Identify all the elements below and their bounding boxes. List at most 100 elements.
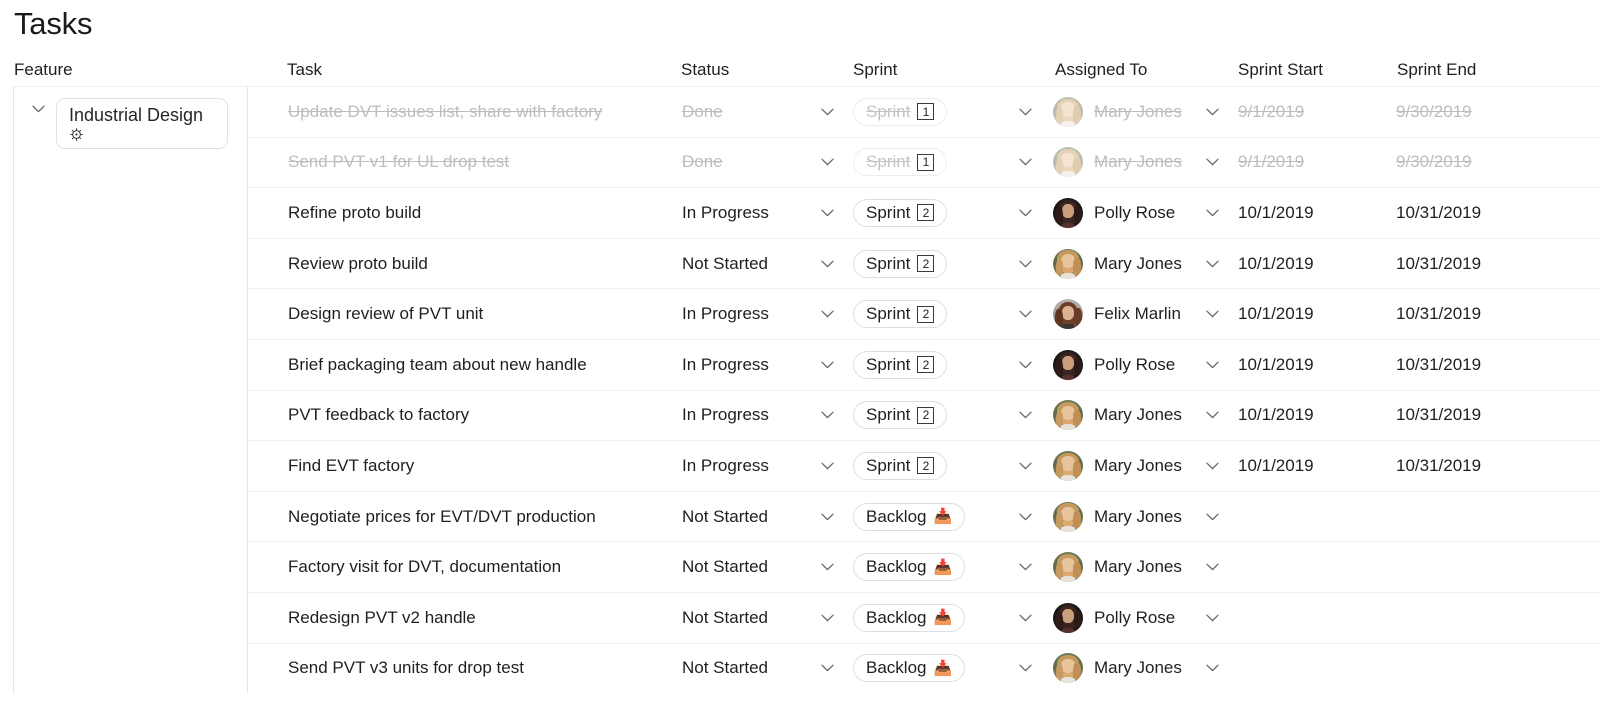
sprint-pill[interactable]: Sprint 2 [853, 198, 948, 227]
cell-assigned-to[interactable]: Mary Jones [1053, 542, 1182, 592]
chevron-down-icon[interactable] [818, 659, 836, 677]
cell-status[interactable]: Not Started [682, 644, 768, 694]
sprint-dropdown-button[interactable] [1016, 492, 1034, 542]
task-name[interactable]: Refine proto build [288, 203, 421, 223]
cell-status[interactable]: In Progress [682, 340, 769, 390]
column-header-task[interactable]: Task [287, 54, 322, 86]
status-dropdown-button[interactable] [818, 87, 836, 137]
cell-sprint-start[interactable]: 9/1/2019 [1238, 87, 1304, 137]
sprint-dropdown-button[interactable] [1016, 188, 1034, 238]
cell-assigned-to[interactable]: Mary Jones [1053, 441, 1182, 491]
cell-status[interactable]: Not Started [682, 542, 768, 592]
cell-sprint-end[interactable]: 10/31/2019 [1396, 289, 1481, 339]
assignee-dropdown-button[interactable] [1203, 542, 1221, 592]
chevron-down-icon[interactable] [1016, 204, 1034, 222]
cell-sprint[interactable]: Backlog 📥 [853, 492, 966, 542]
cell-sprint[interactable]: Backlog 📥 [853, 542, 966, 592]
cell-sprint[interactable]: Sprint 2 [853, 289, 948, 339]
column-header-sprint-start[interactable]: Sprint Start [1238, 54, 1323, 86]
cell-task[interactable]: Update DVT issues list, share with facto… [288, 87, 602, 137]
cell-task[interactable]: Negotiate prices for EVT/DVT production [288, 492, 596, 542]
task-name[interactable]: Factory visit for DVT, documentation [288, 557, 561, 577]
cell-status[interactable]: Done [682, 87, 723, 137]
column-header-status[interactable]: Status [681, 54, 729, 86]
chevron-down-icon[interactable] [818, 255, 836, 273]
task-name[interactable]: Find EVT factory [288, 456, 414, 476]
cell-assigned-to[interactable]: Mary Jones [1053, 87, 1182, 137]
chevron-down-icon[interactable] [1203, 255, 1221, 273]
cell-sprint[interactable]: Sprint 2 [853, 340, 948, 390]
cell-sprint-start[interactable]: 9/1/2019 [1238, 138, 1304, 188]
cell-status[interactable]: In Progress [682, 391, 769, 441]
task-name[interactable]: Send PVT v1 for UL drop test [288, 152, 509, 172]
table-row[interactable]: Update DVT issues list, share with facto… [248, 86, 1600, 137]
cell-assigned-to[interactable]: Felix Marlin [1053, 289, 1181, 339]
chevron-down-icon[interactable] [1203, 305, 1221, 323]
sprint-pill[interactable]: Sprint 1 [853, 97, 948, 126]
column-header-assigned-to[interactable]: Assigned To [1055, 54, 1147, 86]
cell-sprint-end[interactable]: 9/30/2019 [1396, 87, 1472, 137]
chevron-down-icon[interactable] [1016, 558, 1034, 576]
chevron-down-icon[interactable] [818, 508, 836, 526]
status-dropdown-button[interactable] [818, 340, 836, 390]
sprint-dropdown-button[interactable] [1016, 441, 1034, 491]
cell-sprint-start[interactable]: 10/1/2019 [1238, 239, 1314, 289]
table-row[interactable]: PVT feedback to factory In Progress Spri… [248, 389, 1600, 441]
cell-assigned-to[interactable]: Polly Rose [1053, 188, 1175, 238]
cell-sprint-start[interactable]: 10/1/2019 [1238, 441, 1314, 491]
cell-sprint[interactable]: Backlog 📥 [853, 593, 966, 643]
assignee-dropdown-button[interactable] [1203, 188, 1221, 238]
cell-task[interactable]: Find EVT factory [288, 441, 414, 491]
chevron-down-icon[interactable] [1203, 609, 1221, 627]
chevron-down-icon[interactable] [818, 356, 836, 374]
chevron-down-icon[interactable] [1203, 457, 1221, 475]
cell-sprint-start[interactable]: 10/1/2019 [1238, 289, 1314, 339]
cell-assigned-to[interactable]: Mary Jones [1053, 492, 1182, 542]
cell-sprint-end[interactable]: 9/30/2019 [1396, 138, 1472, 188]
cell-task[interactable]: Factory visit for DVT, documentation [288, 542, 561, 592]
chevron-down-icon[interactable] [1203, 153, 1221, 171]
cell-sprint-start[interactable]: 10/1/2019 [1238, 391, 1314, 441]
cell-sprint-end[interactable]: 10/31/2019 [1396, 340, 1481, 390]
status-dropdown-button[interactable] [818, 492, 836, 542]
table-row[interactable]: Find EVT factory In Progress Sprint 2 Ma… [248, 440, 1600, 491]
cell-sprint-end[interactable]: 10/31/2019 [1396, 188, 1481, 238]
chevron-down-icon[interactable] [1203, 103, 1221, 121]
table-row[interactable]: Redesign PVT v2 handle Not Started Backl… [248, 591, 1600, 643]
cell-sprint[interactable]: Sprint 1 [853, 138, 948, 188]
cell-assigned-to[interactable]: Mary Jones [1053, 644, 1182, 694]
table-row[interactable]: Design review of PVT unit In Progress Sp… [248, 288, 1600, 339]
chevron-down-icon[interactable] [1203, 508, 1221, 526]
cell-sprint-start[interactable]: 10/1/2019 [1238, 188, 1314, 238]
cell-task[interactable]: Redesign PVT v2 handle [288, 593, 476, 643]
sprint-dropdown-button[interactable] [1016, 644, 1034, 694]
cell-sprint[interactable]: Sprint 1 [853, 87, 948, 137]
chevron-down-icon[interactable] [818, 609, 836, 627]
chevron-down-icon[interactable] [1203, 558, 1221, 576]
sprint-dropdown-button[interactable] [1016, 87, 1034, 137]
sprint-pill[interactable]: Sprint 2 [853, 249, 948, 278]
sprint-dropdown-button[interactable] [1016, 138, 1034, 188]
sprint-dropdown-button[interactable] [1016, 542, 1034, 592]
chevron-down-icon[interactable] [1016, 153, 1034, 171]
cell-sprint[interactable]: Sprint 2 [853, 239, 948, 289]
chevron-down-icon[interactable] [818, 558, 836, 576]
sprint-pill[interactable]: Sprint 2 [853, 300, 948, 329]
sprint-pill[interactable]: Sprint 2 [853, 451, 948, 480]
chevron-down-icon[interactable] [818, 103, 836, 121]
assignee-dropdown-button[interactable] [1203, 644, 1221, 694]
cell-sprint-end[interactable]: 10/31/2019 [1396, 391, 1481, 441]
cell-task[interactable]: Refine proto build [288, 188, 421, 238]
cell-task[interactable]: Review proto build [288, 239, 428, 289]
sprint-pill[interactable]: Backlog 📥 [853, 654, 966, 683]
task-name[interactable]: Brief packaging team about new handle [288, 355, 587, 375]
cell-status[interactable]: In Progress [682, 441, 769, 491]
cell-sprint[interactable]: Sprint 2 [853, 441, 948, 491]
cell-assigned-to[interactable]: Polly Rose [1053, 593, 1175, 643]
cell-sprint-end[interactable]: 10/31/2019 [1396, 441, 1481, 491]
column-header-sprint-end[interactable]: Sprint End [1397, 54, 1476, 86]
cell-sprint[interactable]: Sprint 2 [853, 391, 948, 441]
cell-sprint-end[interactable]: 10/31/2019 [1396, 239, 1481, 289]
chevron-down-icon[interactable] [818, 457, 836, 475]
cell-sprint[interactable]: Sprint 2 [853, 188, 948, 238]
